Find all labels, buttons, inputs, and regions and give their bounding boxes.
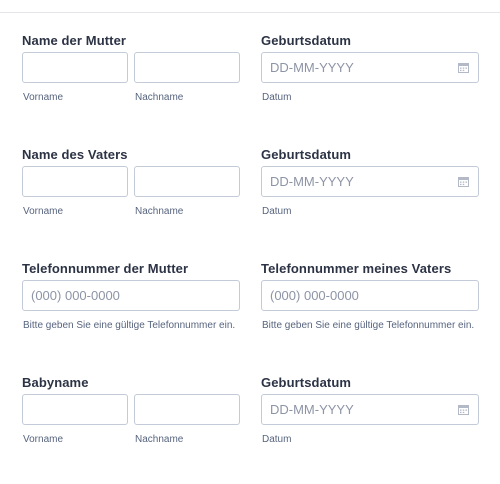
baby-birthdate-label: Geburtsdatum — [261, 375, 352, 390]
mother-last-name-input[interactable] — [134, 52, 240, 83]
baby-last-name-sublabel: Nachname — [135, 434, 184, 445]
mother-phone-sublabel: Bitte geben Sie eine gültige Telefonnumm… — [23, 320, 236, 331]
mother-first-name-sublabel: Vorname — [23, 92, 64, 103]
father-phone-input[interactable]: (000) 000-0000 — [261, 280, 479, 311]
father-birthdate-placeholder: DD-MM-YYYY — [270, 174, 354, 189]
mother-birthdate-sublabel: Datum — [262, 92, 292, 103]
father-phone-label: Telefonnummer meines Vaters — [261, 261, 452, 276]
mother-birthdate-placeholder: DD-MM-YYYY — [270, 60, 354, 75]
father-birthdate-label: Geburtsdatum — [261, 147, 352, 162]
father-last-name-sublabel: Nachname — [135, 206, 184, 217]
father-last-name-input[interactable] — [134, 166, 240, 197]
father-birthdate-field: Geburtsdatum DD-MM-YYYY Datum — [261, 147, 479, 217]
father-birthdate-input[interactable]: DD-MM-YYYY — [261, 166, 479, 197]
mother-birthdate-field: Geburtsdatum DD-MM-YYYY Datum — [261, 33, 479, 103]
father-phone-sublabel: Bitte geben Sie eine gültige Telefonnumm… — [262, 320, 475, 331]
mother-name-field: Name der Mutter Vorname Nachname — [22, 33, 240, 103]
father-first-name-input[interactable] — [22, 166, 128, 197]
calendar-icon[interactable] — [458, 63, 469, 73]
baby-name-label: Babyname — [22, 375, 89, 390]
father-phone-placeholder: (000) 000-0000 — [270, 288, 359, 303]
father-first-name-sublabel: Vorname — [23, 206, 64, 217]
baby-name-field: Babyname Vorname Nachname — [22, 375, 240, 445]
baby-birthdate-input[interactable]: DD-MM-YYYY — [261, 394, 479, 425]
father-name-label: Name des Vaters — [22, 147, 128, 162]
baby-last-name-input[interactable] — [134, 394, 240, 425]
mother-last-name-sublabel: Nachname — [135, 92, 184, 103]
baby-birthdate-placeholder: DD-MM-YYYY — [270, 402, 354, 417]
father-name-field: Name des Vaters Vorname Nachname — [22, 147, 240, 217]
mother-name-label: Name der Mutter — [22, 33, 127, 48]
mother-first-name-input[interactable] — [22, 52, 128, 83]
top-divider — [0, 12, 500, 13]
mother-phone-placeholder: (000) 000-0000 — [31, 288, 120, 303]
baby-birthdate-sublabel: Datum — [262, 434, 292, 445]
baby-birthdate-field: Geburtsdatum DD-MM-YYYY Datum — [261, 375, 479, 445]
mother-birthdate-input[interactable]: DD-MM-YYYY — [261, 52, 479, 83]
mother-phone-label: Telefonnummer der Mutter — [22, 261, 189, 276]
mother-birthdate-label: Geburtsdatum — [261, 33, 352, 48]
father-phone-field: Telefonnummer meines Vaters (000) 000-00… — [261, 261, 479, 331]
father-birthdate-sublabel: Datum — [262, 206, 292, 217]
calendar-icon[interactable] — [458, 177, 469, 187]
calendar-icon[interactable] — [458, 405, 469, 415]
baby-first-name-input[interactable] — [22, 394, 128, 425]
mother-phone-input[interactable]: (000) 000-0000 — [22, 280, 240, 311]
mother-phone-field: Telefonnummer der Mutter (000) 000-0000 … — [22, 261, 240, 331]
baby-first-name-sublabel: Vorname — [23, 434, 64, 445]
